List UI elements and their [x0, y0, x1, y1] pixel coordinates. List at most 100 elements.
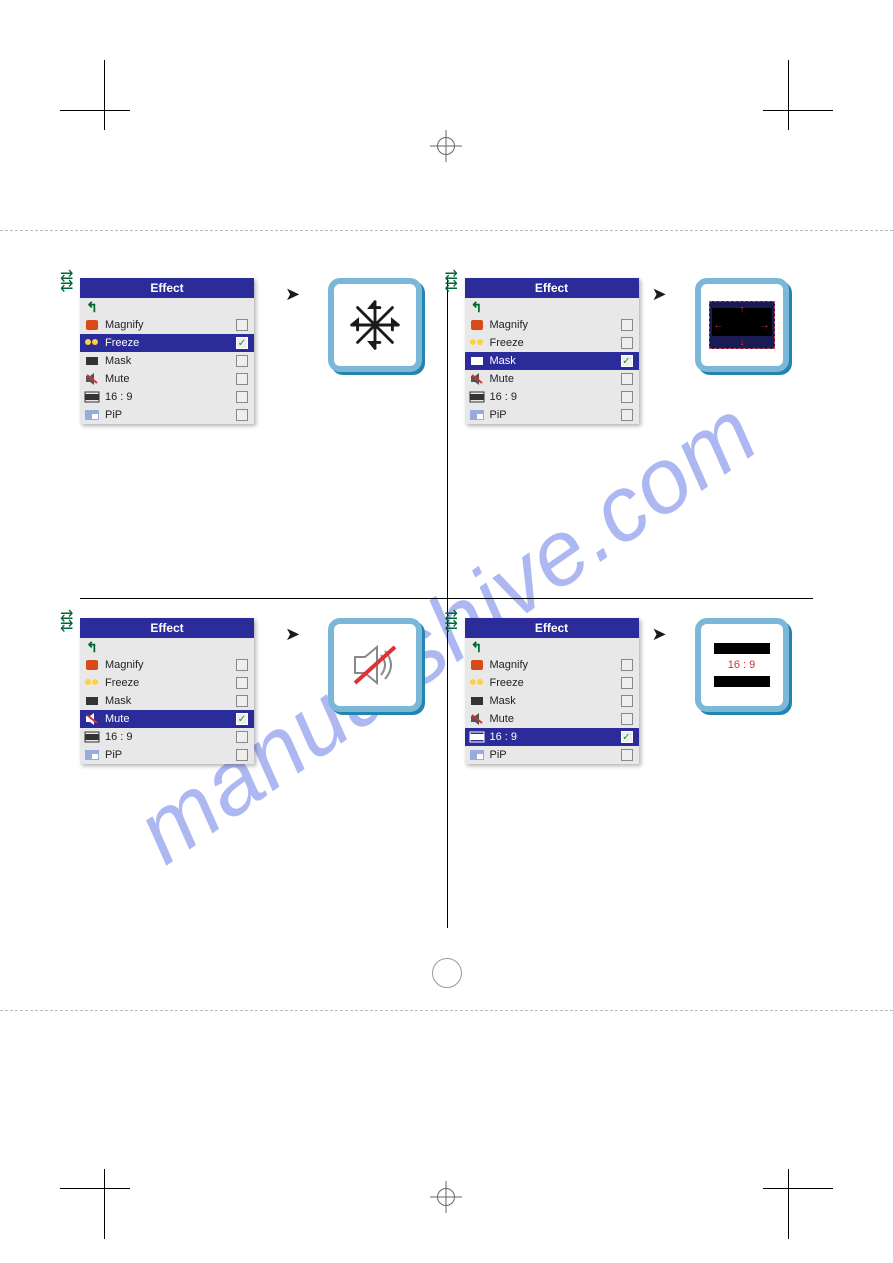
- menu-item-pip[interactable]: PiP: [465, 406, 639, 424]
- menu-item-pip[interactable]: PiP: [80, 746, 254, 764]
- pip-icon: [469, 408, 485, 422]
- menu-item-back[interactable]: ↰: [80, 298, 254, 316]
- trim-line: [0, 230, 893, 231]
- menu-item-pip[interactable]: PiP: [465, 746, 639, 764]
- menu-item-back[interactable]: ↰: [80, 638, 254, 656]
- quad-freeze: ⇄⇄ Effect ↰ Magnify Freeze ✓ Mask: [80, 278, 447, 598]
- ratio-icon: [469, 730, 485, 744]
- pip-icon: [84, 748, 100, 762]
- menu-item-mask[interactable]: Mask✓: [465, 352, 639, 370]
- menu-item-freeze[interactable]: Freeze: [465, 674, 639, 692]
- checkbox: [236, 355, 248, 367]
- freeze-icon: [84, 336, 100, 350]
- menu-item-mute[interactable]: Mute ✓: [80, 710, 254, 728]
- crop-mark: [788, 60, 789, 130]
- checkbox: [621, 319, 633, 331]
- checkbox-checked: ✓: [621, 731, 633, 743]
- crop-mark: [60, 1188, 130, 1189]
- checkbox: [236, 391, 248, 403]
- freeze-icon: [84, 676, 100, 690]
- arrow-right-icon: ➤: [285, 284, 300, 305]
- menu-item-ratio[interactable]: 16 : 9✓: [465, 728, 639, 746]
- mask-icon: [84, 354, 100, 368]
- result-ratio: 16 : 9: [695, 618, 789, 712]
- menu-item-label: 16 : 9: [105, 391, 231, 403]
- menu-item-pip[interactable]: PiP: [80, 406, 254, 424]
- checkbox: [236, 677, 248, 689]
- checkbox: [621, 749, 633, 761]
- checkbox: [621, 391, 633, 403]
- magnify-icon: [84, 318, 100, 332]
- menu-item-back[interactable]: ↰: [465, 298, 639, 316]
- menu-item-ratio[interactable]: 16 : 9: [80, 388, 254, 406]
- checkbox: [621, 373, 633, 385]
- back-arrow-icon: ↰: [84, 640, 100, 654]
- quad-mask: ⇄⇄ Effect ↰ Magnify Freeze Mask✓ Mute 16…: [447, 278, 814, 598]
- menu-item-label: PiP: [490, 749, 616, 761]
- crop-mark: [763, 110, 833, 111]
- menu-item-label: Mute: [105, 713, 231, 725]
- result-mask: ↑ ↓ ← →: [695, 278, 789, 372]
- menu-item-label: Mask: [490, 355, 616, 367]
- back-arrow-icon: ↰: [469, 300, 485, 314]
- shift-arrows-icon: ⇄⇄: [60, 612, 80, 634]
- menu-item-freeze[interactable]: Freeze: [80, 674, 254, 692]
- result-mute: [328, 618, 422, 712]
- menu-item-ratio[interactable]: 16 : 9: [80, 728, 254, 746]
- snowflake-icon: [346, 296, 404, 354]
- menu-item-label: Mute: [490, 713, 616, 725]
- menu-item-magnify[interactable]: Magnify: [80, 316, 254, 334]
- mask-icon: [84, 694, 100, 708]
- shift-arrows-icon: ⇄⇄: [60, 272, 80, 294]
- menu-item-label: Freeze: [105, 677, 231, 689]
- arrow-up-icon: ↑: [740, 304, 745, 315]
- menu-item-mask[interactable]: Mask: [465, 692, 639, 710]
- trim-line: [0, 1010, 893, 1011]
- magnify-icon: [84, 658, 100, 672]
- menu-item-label: Mute: [490, 373, 616, 385]
- menu-item-label: Magnify: [490, 319, 616, 331]
- menu-title: Effect: [465, 278, 639, 298]
- effect-menu: ⇄⇄ Effect ↰ Magnify Freeze Mask Mute✓ 16…: [80, 618, 254, 764]
- checkbox: [236, 409, 248, 421]
- menu-item-mute[interactable]: Mute: [465, 710, 639, 728]
- menu-item-label: Freeze: [490, 677, 616, 689]
- menu-item-mute[interactable]: Mute: [465, 370, 639, 388]
- ratio-label: 16 : 9: [714, 654, 770, 676]
- arrow-right-icon: ➤: [652, 624, 667, 645]
- checkbox: [621, 659, 633, 671]
- freeze-icon: [469, 676, 485, 690]
- menu-item-mask[interactable]: Mask: [80, 352, 254, 370]
- menu-item-label: Magnify: [105, 659, 231, 671]
- ratio-icon: [469, 390, 485, 404]
- result-freeze: [328, 278, 422, 372]
- menu-item-freeze[interactable]: Freeze ✓: [80, 334, 254, 352]
- mute-icon: [469, 712, 485, 726]
- menu-item-magnify[interactable]: Magnify: [465, 316, 639, 334]
- checkbox: [621, 409, 633, 421]
- mask-icon: [469, 354, 485, 368]
- menu-item-freeze[interactable]: Freeze: [465, 334, 639, 352]
- ratio-icon: [84, 390, 100, 404]
- mask-preview: ↑ ↓ ← →: [709, 301, 775, 349]
- crop-mark: [788, 1169, 789, 1239]
- menu-item-label: PiP: [105, 749, 231, 761]
- shift-arrows-icon: ⇄⇄: [445, 272, 465, 294]
- menu-item-magnify[interactable]: Magnify: [465, 656, 639, 674]
- menu-item-mask[interactable]: Mask: [80, 692, 254, 710]
- menu-item-mute[interactable]: Mute: [80, 370, 254, 388]
- registration-mark: [430, 130, 462, 162]
- menu-item-ratio[interactable]: 16 : 9: [465, 388, 639, 406]
- checkbox: [236, 319, 248, 331]
- page-number: [432, 958, 462, 988]
- menu-item-back[interactable]: ↰: [465, 638, 639, 656]
- page-content: ⇄⇄ Effect ↰ Magnify Freeze ✓ Mask: [80, 278, 813, 978]
- shift-arrows-icon: ⇄⇄: [445, 612, 465, 634]
- menu-item-label: Mute: [105, 373, 231, 385]
- checkbox-checked: ✓: [236, 713, 248, 725]
- menu-item-magnify[interactable]: Magnify: [80, 656, 254, 674]
- menu-item-label: Magnify: [490, 659, 616, 671]
- magnify-icon: [469, 658, 485, 672]
- menu-item-label: Mask: [105, 355, 231, 367]
- crop-mark: [104, 60, 105, 130]
